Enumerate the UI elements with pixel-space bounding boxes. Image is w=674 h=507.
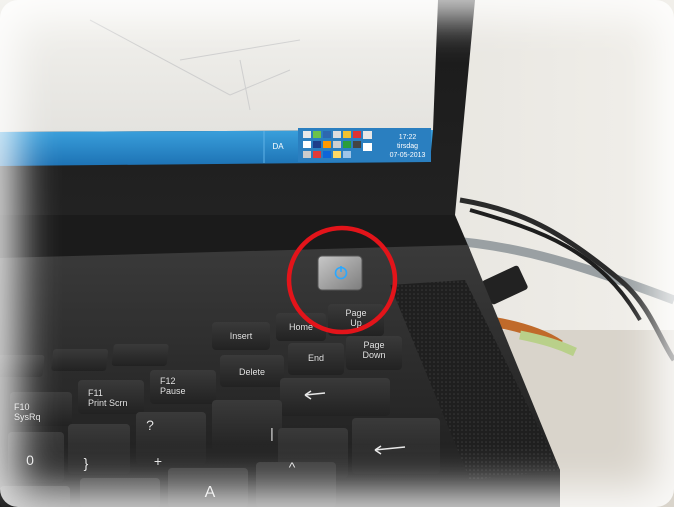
- laptop-photo: [0, 0, 674, 507]
- key-home: Home: [288, 322, 313, 332]
- key-page-up: Page Up: [345, 308, 367, 328]
- key-brace: }: [83, 455, 89, 471]
- key-page-down: Page Down: [362, 340, 386, 360]
- power-button[interactable]: [317, 255, 363, 291]
- clock-date: 07-05-2013: [389, 152, 426, 159]
- clock-time[interactable]: 17:22: [385, 134, 430, 142]
- key-caret: ^: [288, 459, 296, 475]
- key-zero: 0: [26, 452, 34, 468]
- key-pipe: |: [270, 425, 274, 441]
- key-end: End: [307, 353, 324, 363]
- clock-day: tirsdag: [396, 143, 418, 150]
- key-delete: Delete: [238, 367, 265, 377]
- key-f10: F10 SysRq: [14, 402, 41, 422]
- key-insert: Insert: [229, 331, 253, 341]
- key-plus: +: [153, 453, 163, 469]
- key-question: ?: [146, 417, 154, 433]
- key-f11: F11 Print Scrn: [88, 388, 128, 408]
- key-f12: F12 Pause: [160, 376, 186, 396]
- language-indicator[interactable]: DA: [268, 143, 288, 151]
- screen: [0, 0, 438, 132]
- key-a: A: [204, 484, 216, 501]
